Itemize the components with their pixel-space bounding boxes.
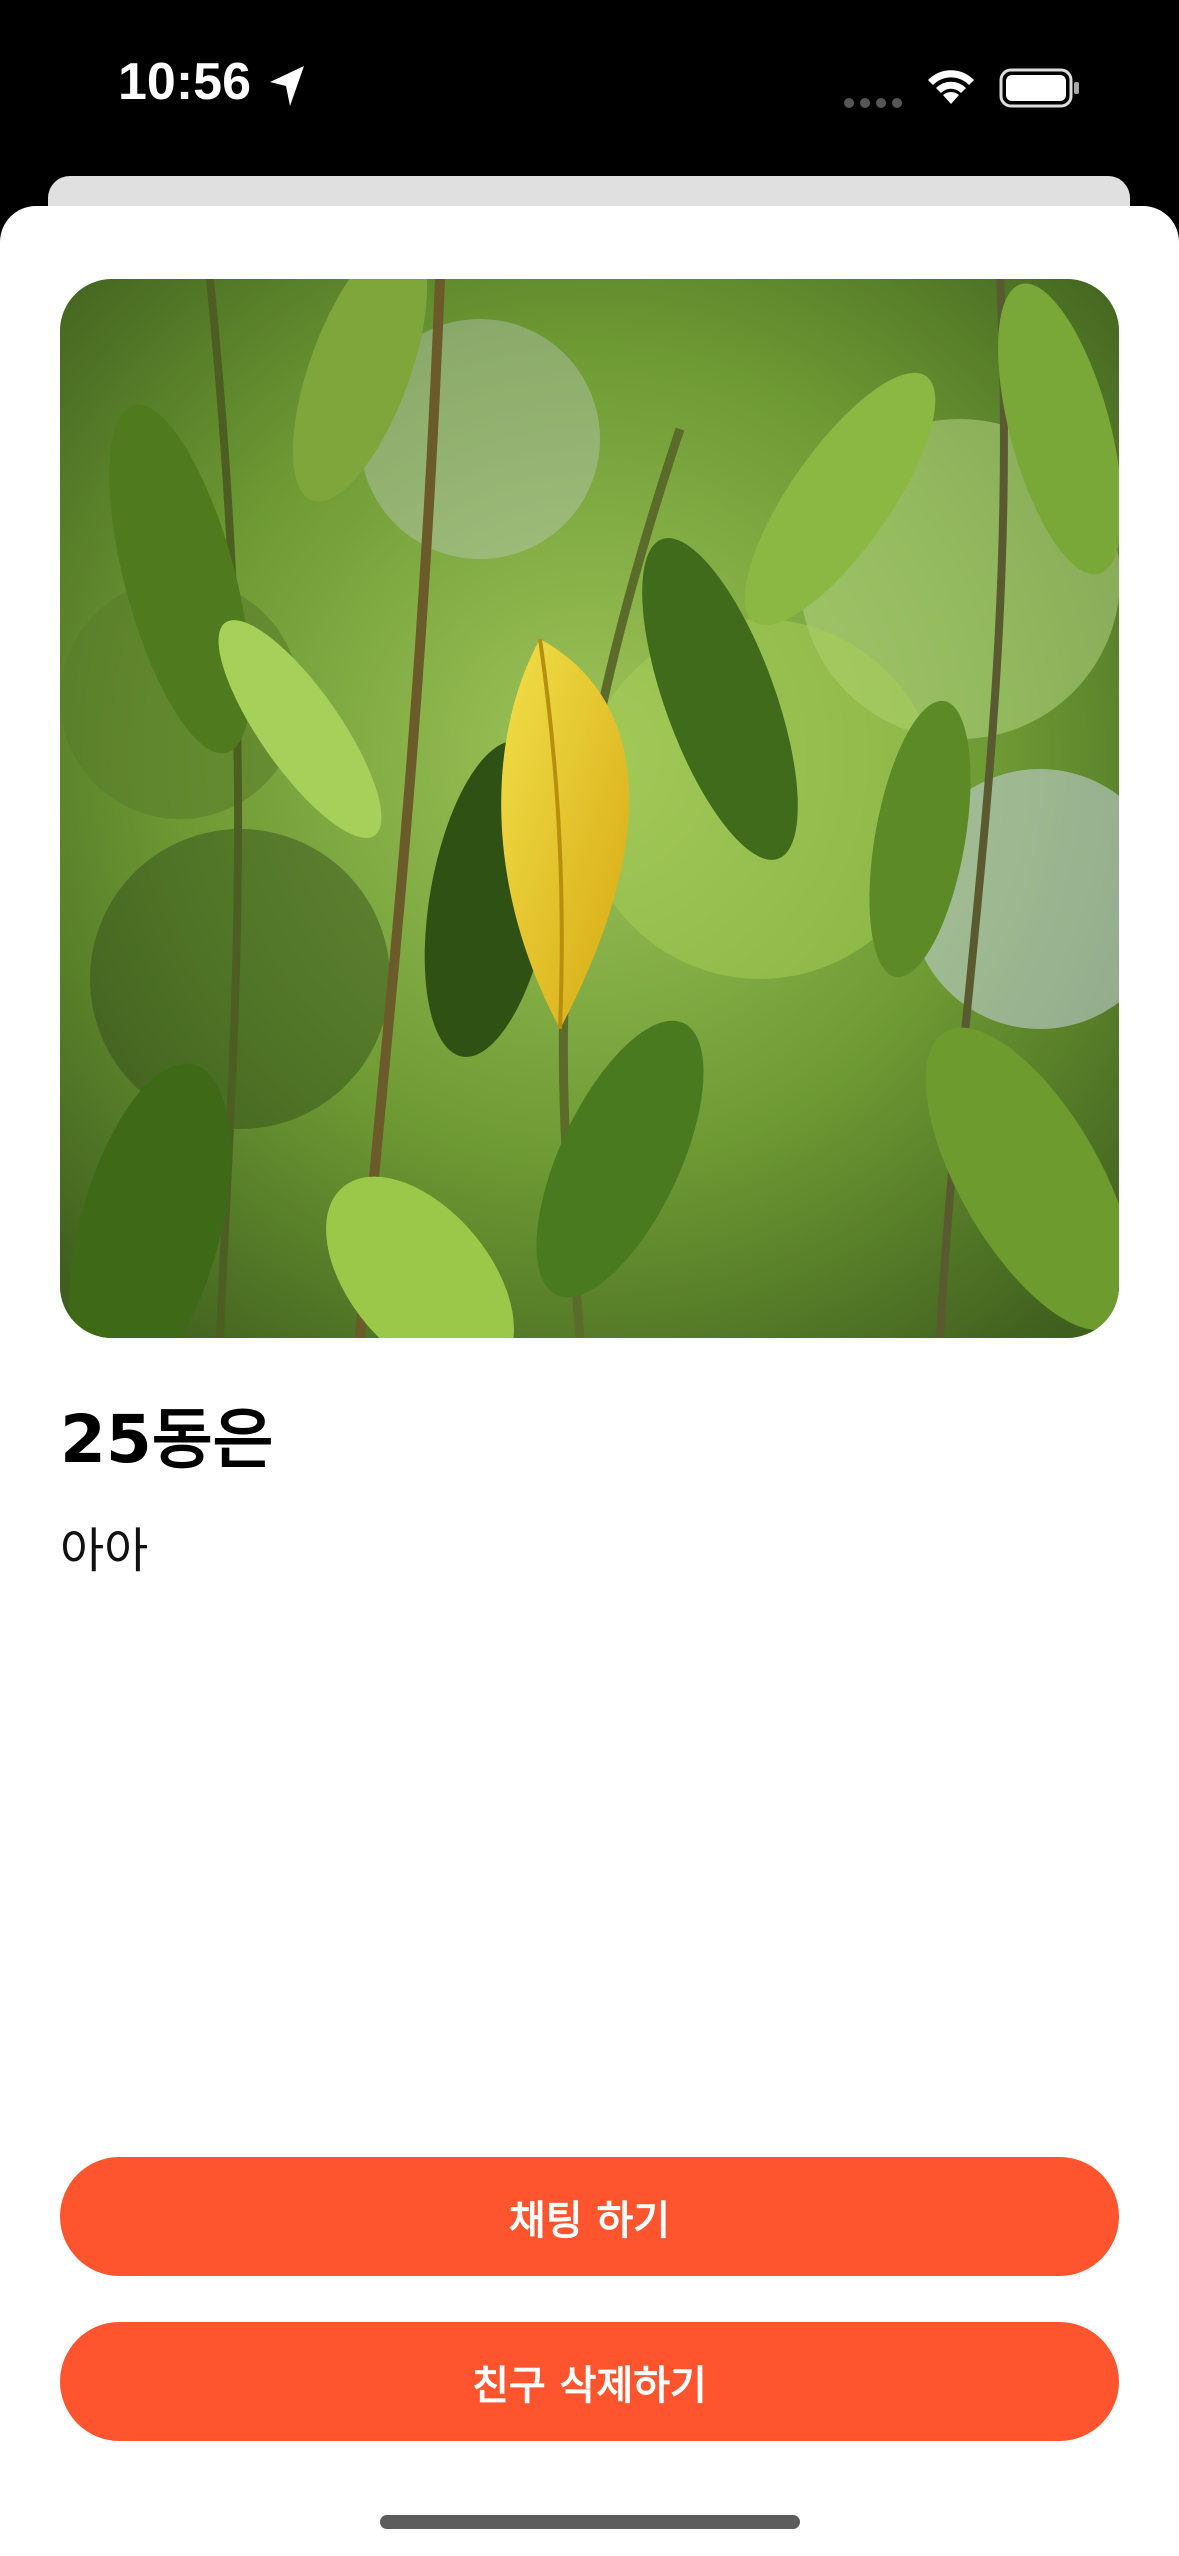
- status-time: 10:56: [118, 53, 251, 111]
- profile-sheet: 25동은 아아 채팅 하기 친구 삭제하기: [0, 206, 1179, 2556]
- battery-icon: [999, 68, 1079, 108]
- profile-photo[interactable]: [60, 279, 1119, 1338]
- profile-name: 25동은: [60, 1401, 274, 1478]
- status-bar: 10:56: [0, 0, 1179, 176]
- profile-status-message: 아아: [60, 1523, 149, 1579]
- plant-leaves-image: [60, 279, 1119, 1338]
- chat-button[interactable]: 채팅 하기: [60, 2157, 1119, 2276]
- home-indicator[interactable]: [380, 2515, 800, 2529]
- cellular-signal-icon: [844, 98, 902, 108]
- wifi-icon: [928, 70, 974, 104]
- location-arrow-icon: [270, 66, 304, 106]
- delete-friend-button[interactable]: 친구 삭제하기: [60, 2322, 1119, 2441]
